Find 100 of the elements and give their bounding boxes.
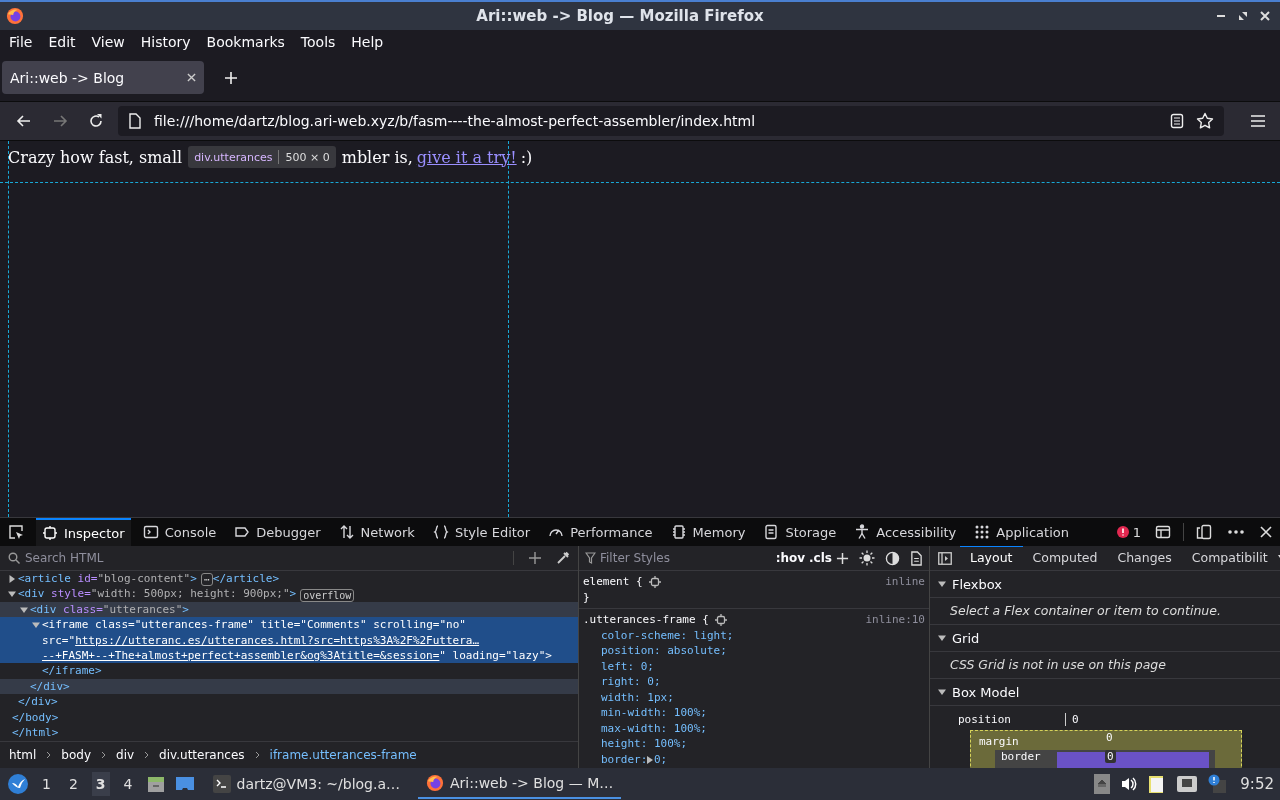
network-icon[interactable] bbox=[1176, 775, 1199, 793]
address-bar[interactable]: file:///home/dartz/blog.ari-web.xyz/b/fasm----the-almost-perfect-assembler/index.html bbox=[118, 106, 1224, 136]
workspace-button[interactable]: 1 bbox=[38, 772, 55, 796]
devtools-tab[interactable]: Memory bbox=[664, 518, 752, 546]
css-declaration[interactable]: height: 100%; bbox=[601, 736, 688, 752]
sun-icon[interactable] bbox=[859, 550, 875, 566]
section-header[interactable]: Box Model bbox=[930, 679, 1280, 706]
maximize-icon[interactable] bbox=[1238, 11, 1248, 21]
forward-icon[interactable] bbox=[52, 113, 68, 129]
bird-logo-icon[interactable] bbox=[8, 774, 28, 794]
error-count[interactable]: 1 bbox=[1106, 524, 1141, 540]
target-icon[interactable] bbox=[648, 575, 661, 588]
css-declaration[interactable]: color-scheme: light; bbox=[601, 627, 734, 643]
hover-states-button[interactable]: :hov bbox=[775, 551, 806, 565]
devtools-tab[interactable]: Accessibility bbox=[848, 518, 963, 546]
notification-icon[interactable] bbox=[1208, 774, 1227, 794]
star-icon[interactable] bbox=[1196, 112, 1214, 130]
devtools-tab[interactable]: Style Editor bbox=[426, 518, 537, 546]
eject-icon[interactable] bbox=[1094, 774, 1111, 794]
chevron-icon bbox=[46, 751, 52, 759]
workspace-button[interactable]: 3 bbox=[91, 772, 110, 796]
close-icon[interactable] bbox=[187, 73, 196, 82]
devtools-tab[interactable]: Application bbox=[968, 518, 1075, 546]
reader-view-icon[interactable] bbox=[1170, 113, 1184, 129]
menu-item[interactable]: Tools bbox=[299, 34, 337, 50]
menu-item[interactable]: View bbox=[90, 34, 126, 50]
chevron-icon bbox=[144, 751, 150, 759]
breadcrumb[interactable]: iframe.utterances-frame bbox=[269, 748, 417, 762]
disclosure-triangle-icon[interactable] bbox=[938, 634, 946, 642]
markup-node[interactable]: <div class="utterances"> bbox=[0, 601, 578, 618]
css-declaration[interactable]: right: 0; bbox=[601, 674, 661, 690]
devtools-tab[interactable]: Performance bbox=[542, 518, 659, 546]
devtools-tab[interactable]: Storage bbox=[757, 518, 843, 546]
css-declaration[interactable]: width: 1px; bbox=[601, 689, 674, 705]
back-icon[interactable] bbox=[16, 113, 32, 129]
search-field[interactable]: Search HTML bbox=[25, 551, 513, 565]
responsive-icon[interactable] bbox=[1196, 524, 1212, 540]
close-icon[interactable] bbox=[1260, 11, 1270, 21]
filter-field[interactable]: Filter Styles bbox=[600, 551, 766, 565]
target-icon[interactable] bbox=[714, 613, 727, 626]
speaker-icon[interactable] bbox=[1120, 776, 1139, 792]
desktop-icon[interactable] bbox=[174, 775, 195, 793]
panel-tab[interactable]: Compatibilit bbox=[1181, 546, 1278, 570]
workspace-button[interactable]: 4 bbox=[119, 772, 137, 796]
layout-icon[interactable] bbox=[1155, 524, 1171, 540]
reload-icon[interactable] bbox=[88, 113, 104, 129]
markup-tag: --+FASM+--+The+almost+perfect+assembler&og%3Atitle=&session=" loading="lazy"> bbox=[42, 648, 552, 664]
taskbar-button[interactable]: dartz@VM3: ~/blog.a… bbox=[204, 769, 408, 799]
css-declaration[interactable]: border: 0; bbox=[601, 751, 668, 767]
section-header[interactable]: Flexbox bbox=[930, 571, 1280, 598]
menu-item[interactable]: File bbox=[8, 34, 34, 50]
devtools-tab[interactable]: Inspector bbox=[36, 518, 131, 546]
expand-triangle-icon[interactable] bbox=[647, 755, 653, 764]
markup-tag: src="https://utteranc.es/utterances.html?src=https%3A%2F%2Futtera… bbox=[42, 632, 480, 649]
workspace-button[interactable]: 2 bbox=[64, 772, 82, 796]
file-cabinet-icon[interactable] bbox=[146, 775, 165, 793]
menu-item[interactable]: Edit bbox=[47, 34, 77, 50]
panel-tab[interactable]: Layout bbox=[960, 546, 1023, 571]
eyedropper-icon[interactable] bbox=[556, 551, 570, 565]
menu-item[interactable]: Bookmarks bbox=[205, 34, 286, 50]
collapsed-badge[interactable]: ⋯ bbox=[200, 573, 213, 587]
css-declaration[interactable]: max-width: 100%; bbox=[601, 720, 707, 736]
margin-value[interactable]: 0 bbox=[1106, 731, 1113, 744]
rule-source[interactable]: inline:10 bbox=[865, 612, 925, 628]
browser-tab[interactable]: Ari::web -> Blog bbox=[2, 61, 204, 94]
rule-source[interactable]: inline bbox=[885, 574, 925, 590]
menu-item[interactable]: Help bbox=[350, 34, 385, 50]
console-icon bbox=[142, 524, 159, 540]
moon-icon[interactable] bbox=[885, 550, 900, 566]
breadcrumb[interactable]: div.utterances bbox=[159, 748, 245, 762]
border-value[interactable]: 0 bbox=[1105, 750, 1116, 763]
overflow-badge[interactable]: overflow bbox=[300, 588, 355, 602]
element-picker-icon[interactable] bbox=[8, 524, 24, 540]
link[interactable]: give it a try! bbox=[416, 147, 517, 167]
more-icon[interactable] bbox=[1228, 530, 1244, 534]
markup-node[interactable]: <div style="width: 500px; height: 900px;"> overflow bbox=[0, 586, 578, 602]
css-declaration[interactable]: position: absolute; bbox=[601, 643, 727, 659]
panel-tab[interactable]: Changes bbox=[1107, 546, 1182, 570]
panel-tab[interactable]: Computed bbox=[1022, 546, 1108, 570]
disclosure-triangle-icon[interactable] bbox=[938, 688, 946, 696]
position-value[interactable]: 0 bbox=[1065, 712, 1079, 726]
devtools-tab[interactable]: Console bbox=[136, 518, 223, 546]
css-declaration[interactable]: min-width: 100%; bbox=[601, 705, 707, 721]
taskbar-button[interactable]: Ari::web -> Blog — M… bbox=[418, 769, 622, 799]
devtools-tab[interactable]: Network bbox=[332, 518, 421, 546]
document-icon[interactable] bbox=[910, 550, 923, 566]
section-header[interactable]: Grid bbox=[930, 625, 1280, 652]
menu-item[interactable]: History bbox=[139, 34, 192, 50]
markup-node[interactable] bbox=[0, 617, 578, 664]
breadcrumb[interactable]: html bbox=[9, 748, 37, 762]
close-icon[interactable] bbox=[1260, 526, 1272, 538]
breadcrumb[interactable]: div bbox=[116, 748, 135, 762]
menu-icon[interactable] bbox=[1250, 114, 1266, 128]
disclosure-triangle-icon[interactable] bbox=[938, 580, 946, 588]
breadcrumb[interactable]: body bbox=[61, 748, 92, 762]
sidebar-toggle-icon[interactable] bbox=[938, 551, 952, 565]
classes-button[interactable]: .cls bbox=[809, 551, 832, 565]
css-declaration[interactable]: left: 0; bbox=[601, 658, 654, 674]
markup-node[interactable]: <article id="blog-content"> ⋯ </article> bbox=[0, 571, 578, 587]
devtools-tab[interactable]: Debugger bbox=[228, 518, 327, 546]
